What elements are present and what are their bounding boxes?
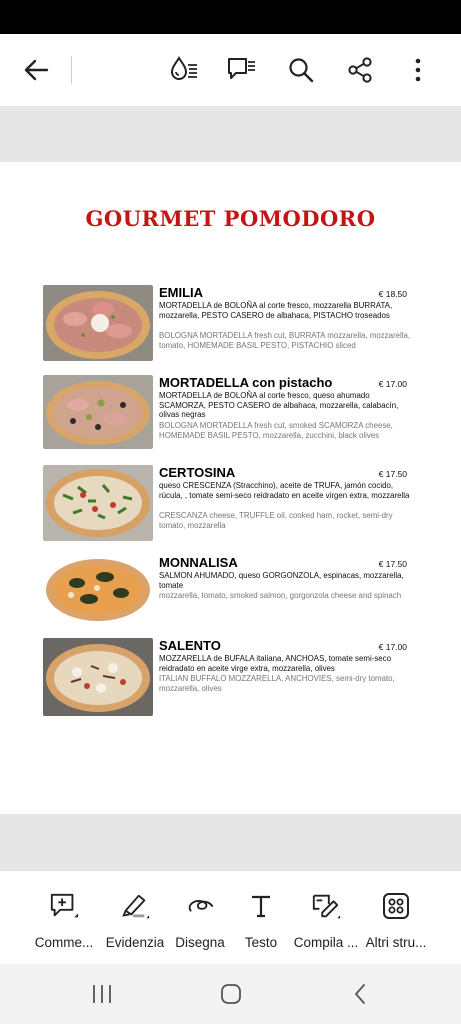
tool-comment[interactable]: Comme... <box>26 871 102 965</box>
item-description-it: SALMON AHUMADO, queso GORGONZOLA, espina… <box>159 571 404 590</box>
page-gap-bottom <box>0 814 461 870</box>
item-price: € 17.50 <box>378 469 407 479</box>
item-price: € 17.00 <box>378 642 407 652</box>
text-icon <box>246 891 276 921</box>
pizza-photo-emilia <box>43 285 153 361</box>
item-description-it: queso CRESCENZA (Stracchino), aceite de … <box>159 481 410 500</box>
page-gap-top <box>0 106 461 162</box>
item-name: SALENTO <box>159 638 221 653</box>
item-name: EMILIA <box>159 285 204 300</box>
share-icon[interactable] <box>342 52 378 88</box>
pizza-photo-salento <box>43 638 153 716</box>
item-name: MONNALISA <box>159 555 238 570</box>
item-description-it: MOZZARELLA de BUFALA italiana, ANCHOAS, … <box>159 654 391 673</box>
comment-add-icon <box>49 891 79 921</box>
pizza-photo-monnalisa <box>43 555 153 625</box>
tool-fill-sign[interactable]: Compila ... <box>288 871 364 965</box>
tool-label: Evidenzia <box>105 935 165 950</box>
item-price: € 17.50 <box>378 559 407 569</box>
recent-apps-icon[interactable] <box>90 982 114 1006</box>
search-icon[interactable] <box>283 52 319 88</box>
more-tools-icon <box>381 891 411 921</box>
comments-list-icon[interactable] <box>224 52 260 88</box>
toolbar-divider <box>71 56 72 84</box>
item-description-en: mozzarella, tomato, smoked salmon, gorgo… <box>159 591 402 600</box>
item-description-en: ITALIAN BUFFALO MOZZARELLA, ANCHOVIES, s… <box>159 674 395 693</box>
menu-item: MORTADELLA con pistacho € 17.00 MORTADEL… <box>43 375 413 455</box>
item-description-en: CRESCANZA cheese, TRUFFLE oil, cooked ha… <box>159 511 393 530</box>
menu-item: SALENTO € 17.00 MOZZARELLA de BUFALA ita… <box>43 638 413 718</box>
more-vertical-icon[interactable] <box>400 52 436 88</box>
fill-sign-icon <box>311 891 341 921</box>
tool-label: Compila ... <box>293 935 359 950</box>
menu-title: GOURMET POMODORO <box>85 206 376 231</box>
status-bar <box>0 0 461 34</box>
item-description-it: MORTADELLA de BOLOÑA al corte fresco, mo… <box>159 301 393 320</box>
system-back-icon[interactable] <box>348 982 372 1006</box>
item-description-en: BOLOGNA MORTADELLA fresh cut, smoked SCA… <box>159 421 393 440</box>
tool-label: Comme... <box>34 935 94 950</box>
pizza-photo-mortadella <box>43 375 153 449</box>
menu-item: MONNALISA € 17.50 SALMON AHUMADO, queso … <box>43 555 413 627</box>
home-icon[interactable] <box>219 982 243 1006</box>
annotation-toolbar: Comme... Evidenzia Disegna Testo Compila… <box>0 870 461 964</box>
back-arrow-icon[interactable] <box>18 52 54 88</box>
tool-more[interactable]: Altri stru... <box>358 871 434 965</box>
tool-label: Altri stru... <box>365 935 427 950</box>
item-description-en: BOLOGNA MORTADELLA fresh cut, BURRATA mo… <box>159 331 411 350</box>
item-description-it: MORTADELLA de BOLOÑA al corte fresco, qu… <box>159 391 399 420</box>
tool-label: Testo <box>244 935 278 950</box>
item-price: € 18.50 <box>378 289 407 299</box>
tool-label: Disegna <box>175 935 225 950</box>
system-navigation-bar <box>0 964 461 1024</box>
item-price: € 17.00 <box>378 379 407 389</box>
menu-item: CERTOSINA € 17.50 queso CRESCENZA (Strac… <box>43 465 413 545</box>
pizza-photo-certosina <box>43 465 153 541</box>
item-name: MORTADELLA con pistacho <box>159 375 333 390</box>
draw-icon <box>185 891 215 921</box>
top-toolbar <box>0 34 461 106</box>
reading-mode-icon[interactable] <box>166 52 202 88</box>
item-name: CERTOSINA <box>159 465 236 480</box>
menu-item: EMILIA € 18.50 MORTADELLA de BOLOÑA al c… <box>43 285 413 365</box>
highlighter-icon <box>120 891 150 921</box>
